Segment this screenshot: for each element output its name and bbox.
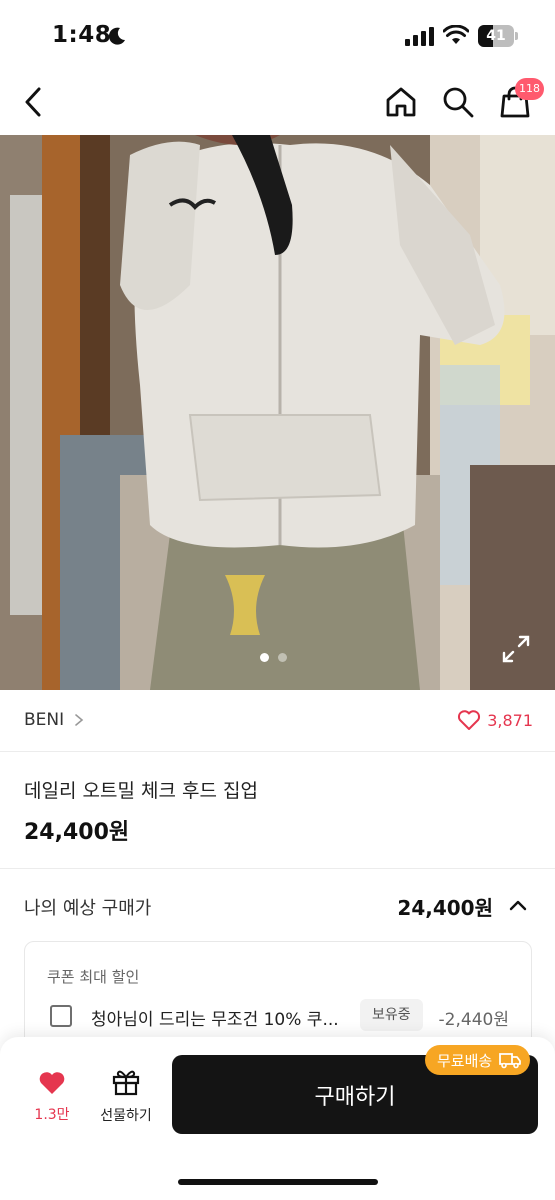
bottom-action-bar: 1.3만 선물하기 구매하기 무료배송 [0,1037,555,1200]
battery-indicator: 41 [478,25,518,47]
like-button-top[interactable]: 3,871 [457,709,533,731]
like-count: 1.3만 [34,1107,70,1123]
coupon-discount-amount: -2,440원 [438,1010,509,1030]
product-image[interactable] [0,135,555,690]
heart-outline-icon [458,710,481,730]
pagination-dot [278,653,287,662]
like-button[interactable]: 1.3만 [27,1070,77,1124]
status-bar: 1:48 41 [0,0,555,70]
brand-link[interactable]: BENI [24,710,84,730]
divider [0,868,555,869]
home-icon [386,87,416,117]
chevron-left-icon [25,87,41,117]
expected-price-value: 24,400원 [397,896,493,920]
cart-button[interactable]: 118 [493,78,544,124]
search-icon [443,87,474,118]
brand-row: BENI 3,871 [0,690,555,752]
product-price: 24,400원 [24,820,130,845]
truck-icon [499,1053,522,1069]
product-photo [0,135,555,690]
expected-price-label: 나의 예상 구매가 [24,898,152,919]
cart-count-badge: 118 [515,78,544,100]
gift-button[interactable]: 선물하기 [93,1068,159,1125]
coupon-header: 쿠폰 최대 할인 [47,968,140,986]
product-title: 데일리 오트밀 체크 후드 집업 [24,780,258,802]
free-shipping-badge: 무료배송 [425,1045,531,1075]
expected-price-row[interactable]: 나의 예상 구매가 24,400원 [0,870,555,940]
coupon-checkbox[interactable] [50,1005,72,1027]
free-shipping-label: 무료배송 [437,1051,493,1070]
chevron-up-icon [509,900,527,911]
expand-icon[interactable] [500,633,532,665]
top-navigation: 118 [0,70,555,135]
home-indicator [178,1179,378,1185]
home-button[interactable] [379,80,423,124]
gift-icon [112,1070,140,1096]
gift-label: 선물하기 [100,1108,152,1124]
coupon-name: 청아님이 드리는 무조건 10% 쿠... [91,1010,339,1030]
search-button[interactable] [436,80,480,124]
battery-percentage: 41 [486,28,506,44]
moon-icon [108,27,125,45]
status-time: 1:48 [52,22,112,48]
coupon-owned-badge: 보유중 [360,999,423,1031]
brand-name: BENI [24,710,65,730]
back-button[interactable] [12,80,56,124]
pagination-dot-active [260,653,269,662]
wifi-icon [443,25,469,44]
brand-like-count: 3,871 [487,710,533,730]
cellular-signal-icon [405,27,434,46]
chevron-right-icon [75,714,84,726]
heart-filled-icon [39,1072,65,1094]
